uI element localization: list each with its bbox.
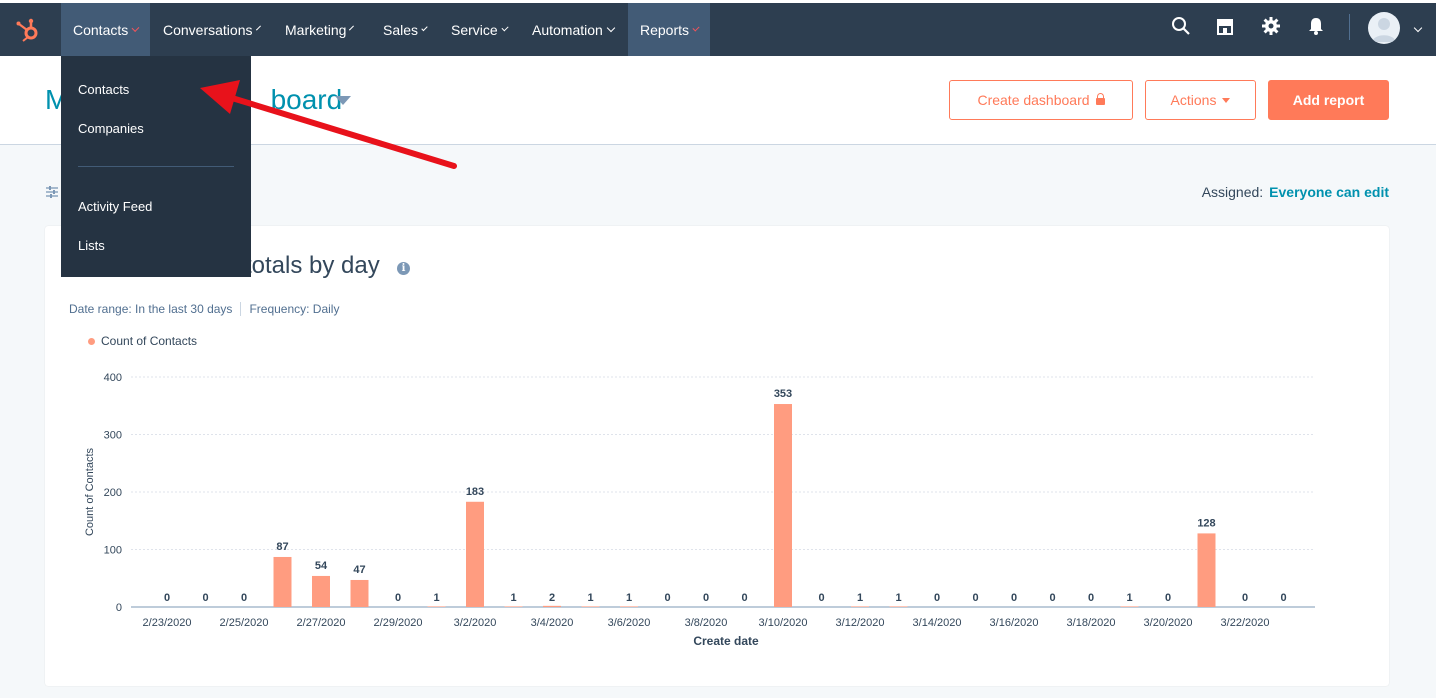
date-range-text: Date range: In the last 30 days — [69, 302, 233, 316]
assigned-status: Assigned: Everyone can edit — [1202, 184, 1389, 200]
nav-divider — [1349, 14, 1350, 40]
report-meta: Date range: In the last 30 days Frequenc… — [69, 302, 339, 316]
add-report-button[interactable]: Add report — [1268, 80, 1389, 120]
chevron-down-icon — [606, 23, 616, 32]
dropdown-item-lists[interactable]: Lists — [78, 238, 105, 253]
chevron-down-icon — [692, 23, 700, 32]
add-report-label: Add report — [1292, 92, 1365, 108]
nav-item-service[interactable]: Service — [439, 3, 519, 56]
dropdown-item-activity-feed[interactable]: Activity Feed — [78, 199, 152, 214]
nav-item-conversations[interactable]: Conversations — [151, 3, 270, 56]
info-icon[interactable]: i — [397, 262, 410, 275]
filter-sliders-icon[interactable] — [45, 185, 59, 199]
nav-item-reports[interactable]: Reports — [628, 3, 710, 56]
chevron-down-icon — [501, 23, 509, 32]
nav-item-label: Marketing — [285, 21, 347, 38]
settings-gear-icon[interactable] — [1261, 16, 1281, 36]
chart-legend[interactable]: Count of Contacts — [88, 334, 197, 348]
marketplace-icon[interactable] — [1215, 16, 1235, 36]
search-icon[interactable] — [1171, 16, 1191, 36]
hubspot-logo-icon[interactable] — [14, 16, 42, 44]
contacts-dropdown-menu: Contacts Companies Activity Feed Lists — [61, 56, 251, 277]
report-title: totals by day — [245, 252, 380, 279]
nav-item-marketing[interactable]: Marketing — [273, 3, 360, 56]
nav-item-label: Service — [451, 21, 498, 38]
chevron-down-icon — [131, 23, 140, 32]
chevron-down-icon — [349, 25, 355, 30]
dashboard-switcher-caret-icon[interactable] — [335, 96, 351, 105]
nav-item-sales[interactable]: Sales — [371, 3, 438, 56]
actions-label: Actions — [1170, 92, 1217, 108]
caret-down-icon — [1222, 97, 1231, 103]
meta-divider — [240, 302, 242, 316]
chevron-down-icon — [255, 25, 261, 30]
notification-bell-icon[interactable] — [1306, 16, 1326, 36]
report-card — [45, 226, 1389, 686]
nav-item-label: Sales — [383, 21, 419, 38]
nav-item-automation[interactable]: Automation — [520, 3, 627, 56]
nav-item-label: Reports — [640, 21, 690, 38]
legend-label: Count of Contacts — [101, 334, 198, 348]
dropdown-divider — [78, 166, 234, 167]
nav-item-label: Conversations — [163, 21, 253, 38]
nav-item-label: Contacts — [73, 21, 129, 38]
actions-button[interactable]: Actions — [1145, 80, 1256, 120]
dropdown-item-companies[interactable]: Companies — [78, 121, 144, 136]
nav-item-contacts[interactable]: Contacts — [61, 3, 150, 56]
nav-item-label: Automation — [532, 21, 603, 38]
assigned-value-link[interactable]: Everyone can edit — [1269, 184, 1389, 200]
create-dashboard-button[interactable]: Create dashboard — [949, 80, 1133, 120]
chevron-down-icon — [421, 24, 428, 31]
frequency-text: Frequency: Daily — [249, 302, 340, 316]
user-avatar[interactable] — [1368, 12, 1400, 44]
create-dashboard-label: Create dashboard — [977, 92, 1090, 108]
dropdown-item-contacts[interactable]: Contacts — [78, 82, 129, 97]
lock-icon — [1095, 92, 1105, 105]
legend-swatch — [88, 337, 95, 345]
assigned-label: Assigned: — [1201, 184, 1264, 200]
user-avatar-icon — [1372, 18, 1396, 42]
